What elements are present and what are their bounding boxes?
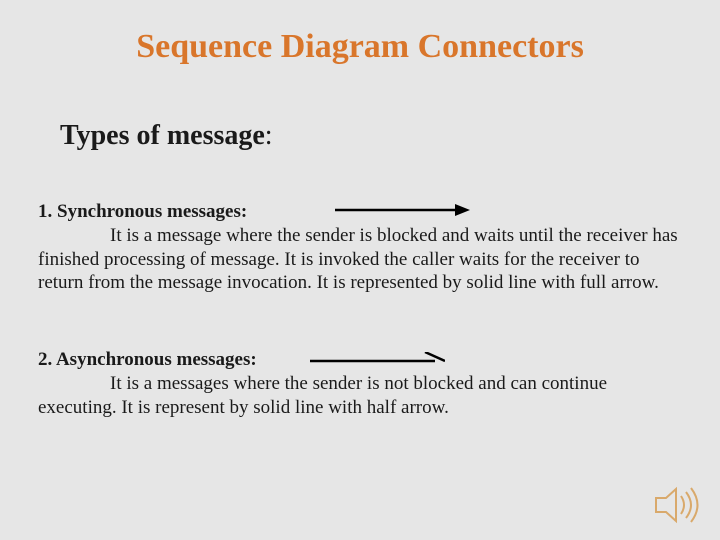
item-1-body: It is a message where the sender is bloc… — [38, 225, 678, 294]
full-arrow-icon — [335, 203, 470, 217]
slide-title: Sequence Diagram Connectors — [0, 28, 720, 66]
half-arrow-icon — [310, 352, 445, 366]
speaker-icon — [654, 486, 702, 524]
slide: Sequence Diagram Connectors Types of mes… — [0, 0, 720, 540]
item-2-body: It is a messages where the sender is not… — [38, 373, 607, 418]
subtitle-text: Types of message — [60, 120, 265, 151]
item-2-head: 2. Asynchronous messages: — [38, 349, 257, 370]
subtitle-colon: : — [265, 120, 273, 151]
subtitle: Types of message: — [60, 120, 273, 152]
item-1-head: 1. Synchronous messages: — [38, 201, 247, 222]
